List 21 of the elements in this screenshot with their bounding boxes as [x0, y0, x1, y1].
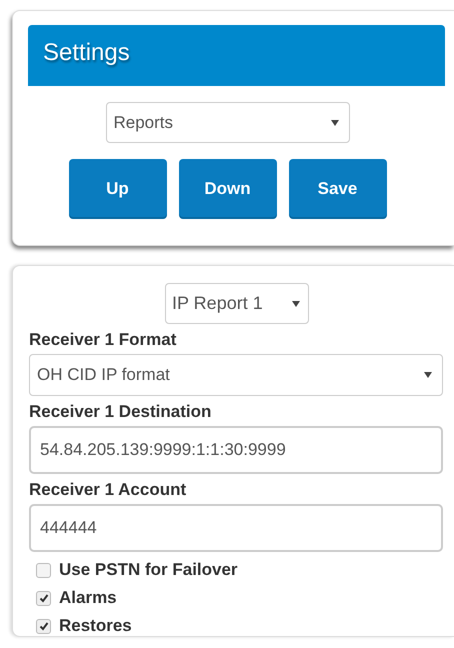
checkbox-label: Use PSTN for Failover	[59, 560, 238, 580]
input-field[interactable]: 54.84.205.139:9999:1:1:30:9999	[29, 426, 443, 474]
format-dropdown[interactable]: OH CID IP format	[29, 354, 443, 396]
field-label: Receiver 1 Format	[29, 330, 178, 350]
settings-header: Settings	[28, 25, 445, 86]
action-button[interactable]: Save	[288, 159, 386, 219]
field-label: Receiver 1 Destination	[29, 402, 212, 422]
checkbox-label: Alarms	[59, 588, 117, 608]
section-dropdown[interactable]: Reports	[106, 102, 350, 143]
checkbox-label: Restores	[59, 616, 132, 636]
field-label: Receiver 1 Account	[29, 480, 188, 500]
action-button[interactable]: Down	[178, 159, 276, 219]
caret-icon	[330, 120, 338, 126]
checkbox[interactable]	[36, 618, 51, 634]
action-button[interactable]: Up	[68, 159, 166, 219]
caret-icon	[424, 372, 432, 378]
caret-icon	[292, 300, 300, 306]
input-field[interactable]: 444444	[29, 504, 443, 552]
report-dropdown[interactable]: IP Report 1	[165, 283, 309, 324]
checkbox[interactable]	[36, 590, 51, 606]
checkbox[interactable]	[36, 562, 51, 578]
